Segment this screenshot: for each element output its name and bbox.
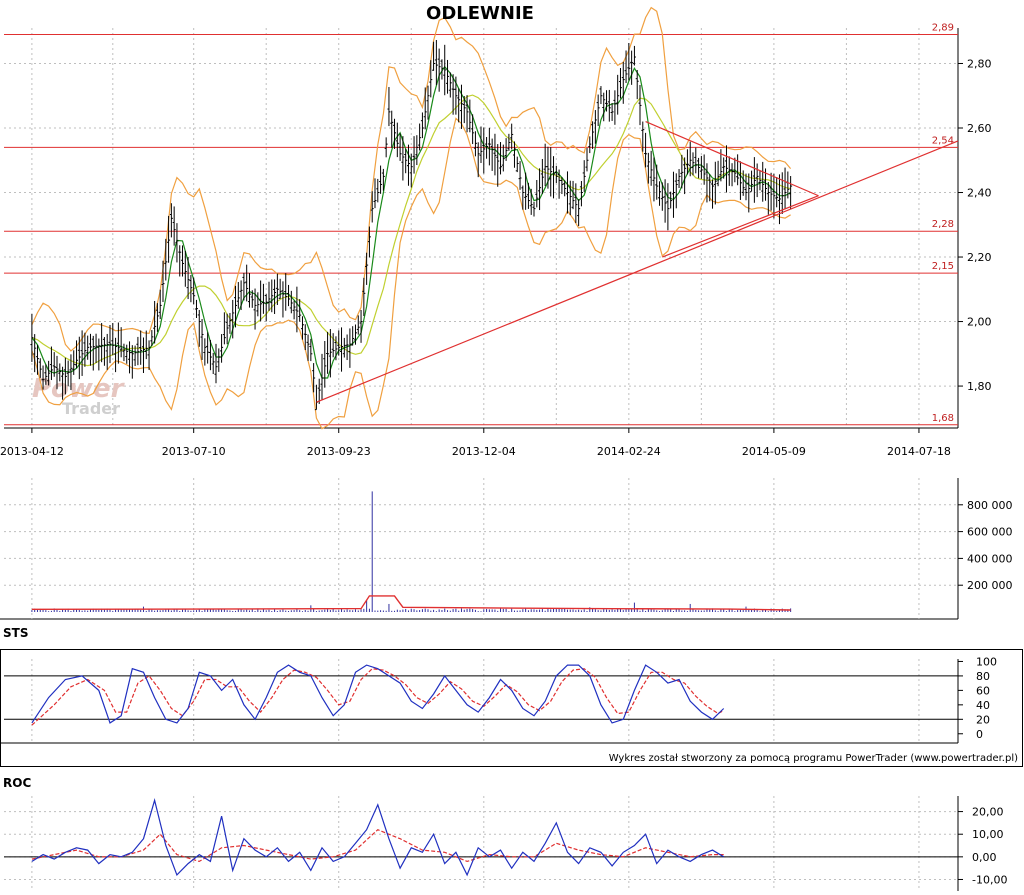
roc-y-tick-label: 20,00	[972, 806, 1004, 819]
price-x-tick-label: 2013-12-04	[452, 445, 516, 458]
trend-line	[316, 140, 959, 403]
sts-y-tick-label: 60	[976, 684, 990, 697]
sts-main-line	[31, 664, 725, 724]
volume-y-tick-label: 400 000	[967, 552, 1013, 565]
price-x-tick-label: 2014-05-09	[742, 445, 806, 458]
level-label: 2,15	[932, 261, 954, 272]
volume-y-tick-label: 200 000	[967, 579, 1013, 592]
volume-average-line	[31, 595, 791, 611]
sts-y-tick-label: 40	[976, 699, 990, 712]
roc-y-tick-label: -10,00	[972, 873, 1007, 886]
roc-y-tick-label: 10,00	[972, 828, 1004, 841]
sts-y-tick-label: 80	[976, 670, 990, 683]
price-x-tick-label: 2013-04-12	[0, 445, 64, 458]
price-y-tick-label: 2,60	[967, 122, 992, 135]
chart-svg: 2013-04-12 2013-07-10 2013-09-23 2013-12-04…	[0, 3, 1023, 891]
price-y-tick-label: 2,40	[967, 187, 992, 200]
price-x-tick-label: 2014-07-18	[887, 445, 951, 458]
sts-panel-title: STS	[3, 626, 28, 640]
price-y-tick-label: 2,20	[967, 251, 992, 264]
price-x-tick-label: 2013-09-23	[307, 445, 371, 458]
trend-line	[662, 195, 819, 258]
price-x-tick-label: 2013-07-10	[162, 445, 226, 458]
sts-panel-frame	[0, 649, 1023, 767]
volume-y-tick-label: 800 000	[967, 499, 1013, 512]
sts-y-tick-label: 20	[976, 713, 990, 726]
price-x-tick-label: 2014-02-24	[597, 445, 661, 458]
price-y-tick-label: 1,80	[967, 380, 992, 393]
price-y-tick-label: 2,00	[967, 316, 992, 329]
level-label: 1,68	[932, 413, 954, 424]
volume-y-tick-label: 600 000	[967, 526, 1013, 539]
price-y-tick-label: 2,80	[967, 57, 992, 70]
watermark-trader: Trader	[62, 399, 120, 418]
credit-text: Wykres został stworzony za pomocą progra…	[609, 753, 1018, 764]
roc-y-tick-label: 0,00	[972, 851, 997, 864]
level-label: 2,28	[932, 219, 954, 230]
level-label: 2,89	[932, 22, 954, 33]
chart-root: 2013-04-12 2013-07-10 2013-09-23 2013-12-04…	[0, 0, 1024, 891]
sts-y-tick-label: 0	[976, 728, 983, 741]
roc-panel-title: ROC	[3, 776, 31, 790]
sts-y-tick-label: 100	[976, 655, 997, 668]
sts-signal-line	[31, 668, 724, 726]
chart-title: ODLEWNIE	[426, 3, 534, 24]
level-label: 2,54	[932, 135, 954, 146]
